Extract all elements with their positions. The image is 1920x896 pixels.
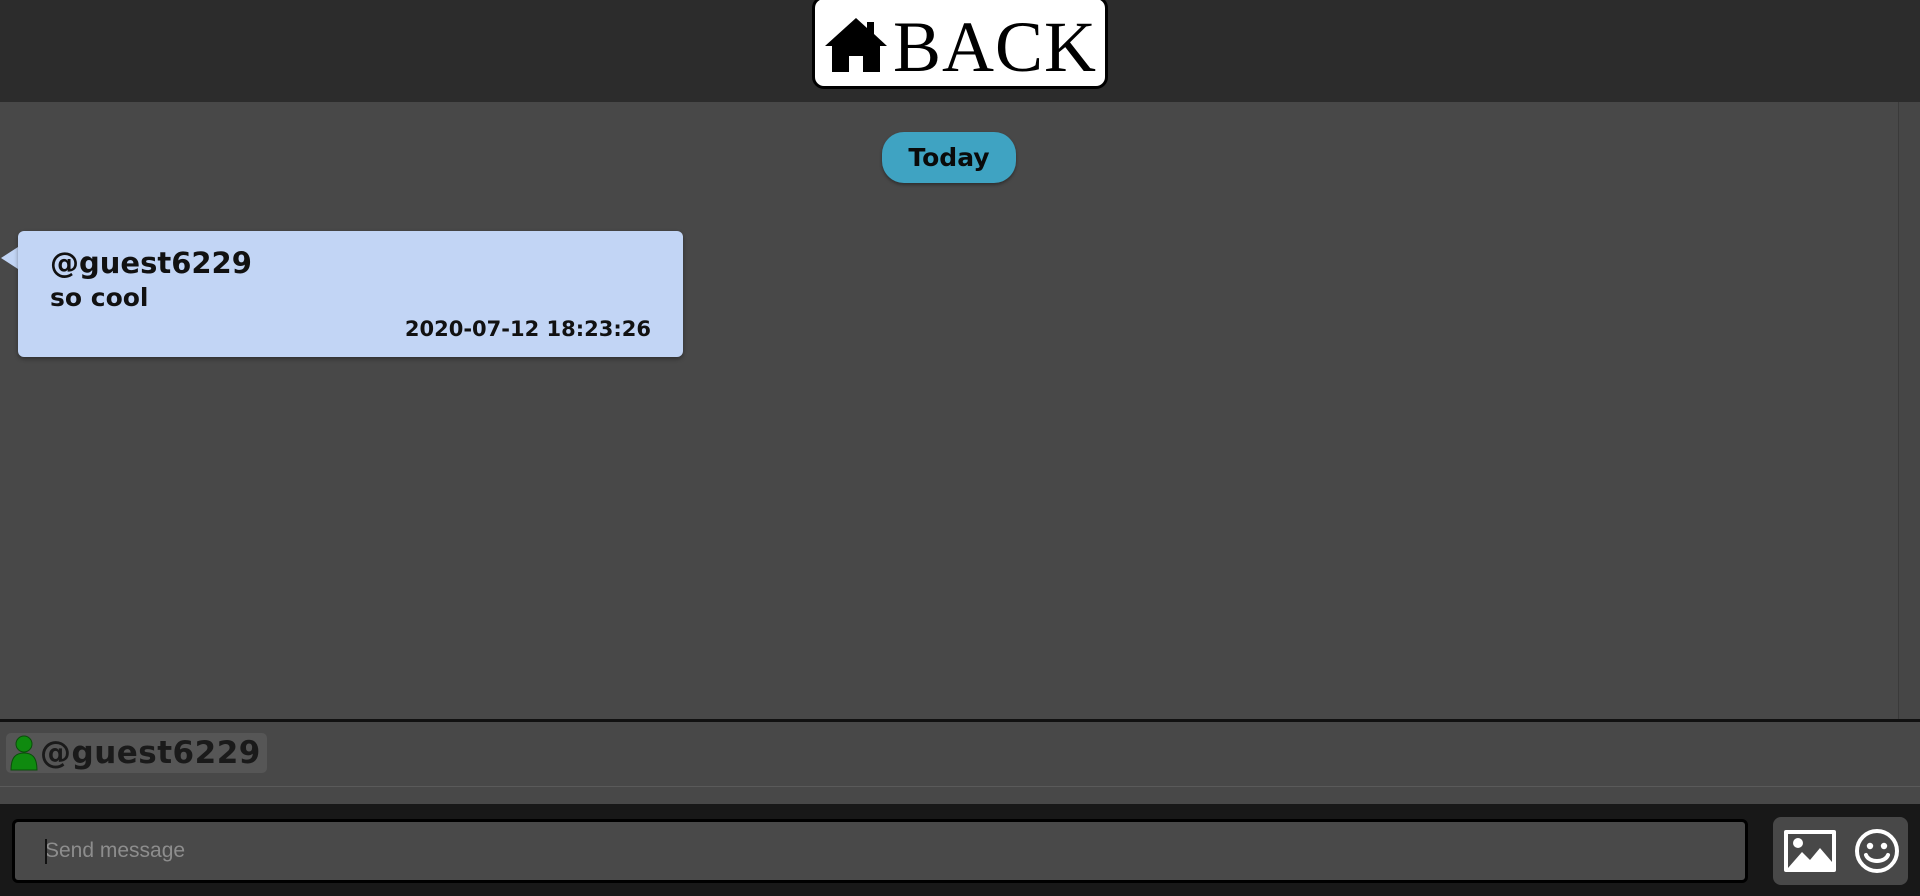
back-button[interactable]: BACK [812,0,1108,89]
bubble-tail [1,247,18,269]
message-timestamp: 2020-07-12 18:23:26 [404,317,651,341]
emoji-button[interactable] [1854,828,1900,874]
image-upload-button[interactable] [1782,828,1838,874]
image-icon [1784,830,1836,872]
scrollbar[interactable] [1898,102,1920,719]
online-user-name: @guest6229 [40,735,261,771]
message-bubble: @guest6229 so cool 2020-07-12 18:23:26 [18,231,683,357]
message-input[interactable] [12,819,1748,883]
composer-tools [1773,817,1908,885]
date-separator: Today [882,132,1016,183]
home-icon [824,17,887,72]
composer-bar [0,804,1920,896]
message-text: so cool [50,283,149,312]
person-icon [10,735,38,771]
online-user[interactable]: @guest6229 [6,733,267,773]
text-caret [45,839,47,864]
chat-area[interactable] [0,102,1898,719]
online-users-bar: @guest6229 [0,719,1920,787]
top-bar: BACK [0,0,1920,102]
back-label: BACK [892,6,1098,87]
message-username: @guest6229 [50,246,252,280]
smiley-icon [1855,829,1899,873]
divider [0,787,1920,804]
